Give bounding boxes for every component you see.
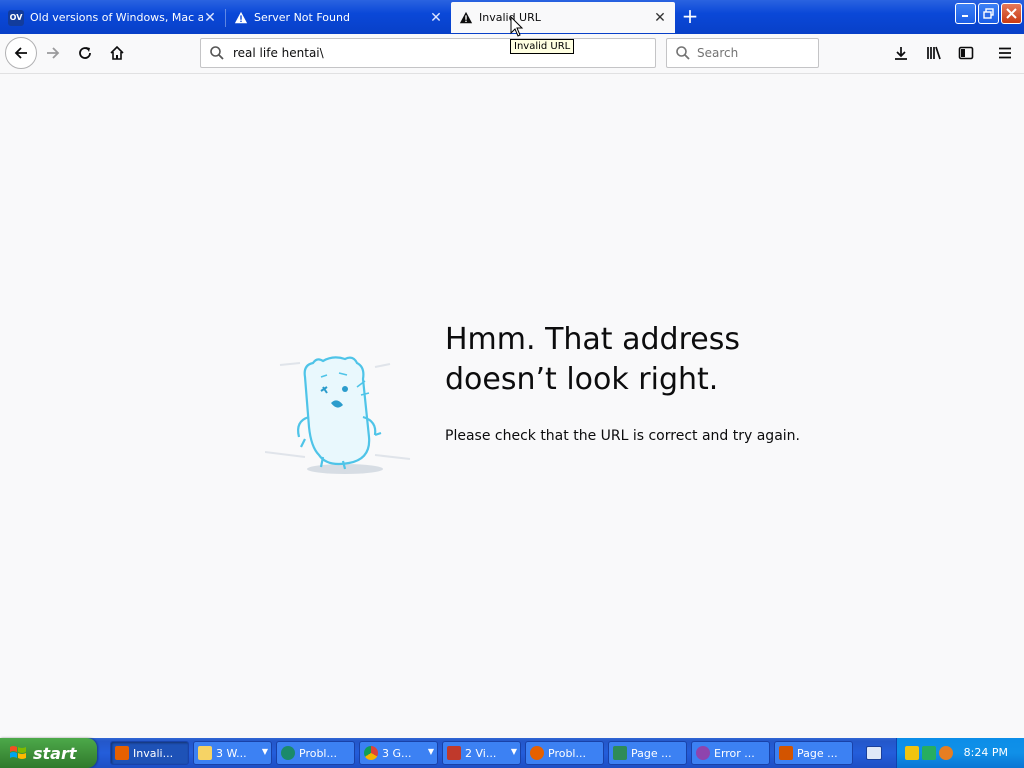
error-message: Please check that the URL is correct and…: [445, 428, 800, 444]
back-arrow-icon: [14, 47, 27, 59]
minimize-icon: [962, 15, 968, 17]
taskbar-item-label: Probl...: [299, 746, 337, 760]
home-icon: [110, 45, 124, 60]
close-tab-icon[interactable]: ✕: [429, 10, 443, 26]
warning-icon: [234, 11, 248, 23]
error-heading-line-2: doesn’t look right.: [445, 362, 719, 397]
tab-title: Old versions of Windows, Mac and: [30, 11, 203, 24]
chevron-down-icon: ▼: [261, 747, 268, 756]
back-button[interactable]: [5, 37, 37, 69]
forward-arrow-icon: [47, 47, 60, 59]
forward-button[interactable]: [38, 38, 68, 68]
reload-button[interactable]: [70, 38, 100, 68]
error-heading: Hmm. That address doesn’t look right.: [445, 320, 825, 400]
netscape-icon: [281, 746, 295, 760]
taskbar-item-label: 3 W...: [216, 746, 247, 760]
reload-icon: [79, 47, 91, 59]
search-icon: [676, 46, 690, 60]
page-content: Hmm. That address doesn’t look right. Pl…: [0, 75, 1024, 738]
grid-icon: [779, 746, 793, 760]
mouse-cursor-icon: [510, 16, 524, 37]
search-placeholder: Search: [697, 46, 739, 60]
taskbar-item-label: Page ...: [631, 746, 672, 760]
downloads-button[interactable]: [886, 38, 916, 68]
taskbar-item-windows-explorer[interactable]: 3 W... ▼: [193, 741, 272, 765]
ov-favicon-icon: OV: [8, 9, 24, 26]
url-text[interactable]: real life hentai\: [233, 46, 324, 60]
windows-flag-icon: [10, 746, 26, 759]
minimize-button[interactable]: [955, 3, 976, 24]
close-window-button[interactable]: [1001, 3, 1022, 24]
warning-icon: [459, 11, 473, 23]
taskbar: start Invali... 3 W... ▼ Probl... 3 G...…: [0, 738, 1024, 768]
search-icon: [210, 46, 224, 60]
taskbar-item-label: Page ...: [797, 746, 838, 760]
chrome-icon: [364, 746, 378, 760]
security-shield-icon[interactable]: [905, 746, 919, 760]
confused-mascot-illustration-icon: [265, 356, 411, 474]
taskbar-item-invalid-url[interactable]: Invali...: [110, 741, 189, 765]
tab-title: Server Not Found: [254, 11, 350, 24]
tab-invalid-url[interactable]: Invalid URL ✕: [451, 2, 675, 33]
taskbar-item-page[interactable]: Page ...: [774, 741, 853, 765]
taskbar-item-label: 3 G...: [382, 746, 412, 760]
clock: 8:24 PM: [963, 746, 1008, 759]
restore-icon: [983, 8, 994, 19]
sidebar-icon: [958, 46, 974, 60]
system-tray: 8:24 PM: [896, 738, 1024, 768]
tab-title: Invalid URL: [479, 11, 541, 24]
search-tray-icon[interactable]: [939, 746, 953, 760]
error-heading-line-1: Hmm. That address: [445, 322, 740, 357]
firefox-icon: [115, 746, 129, 760]
close-tab-icon[interactable]: ✕: [203, 10, 217, 26]
chevron-down-icon: ▼: [427, 747, 434, 756]
taskbar-item-netscape[interactable]: Probl...: [276, 741, 355, 765]
restore-button[interactable]: [978, 3, 999, 24]
keyboard-language-icon[interactable]: [866, 746, 882, 760]
folder-icon: [198, 746, 212, 760]
close-icon: [1006, 8, 1017, 19]
tab-server-not-found[interactable]: Server Not Found ✕: [226, 2, 451, 33]
taskbar-item-firefox-problem[interactable]: Probl...: [525, 741, 604, 765]
library-icon: [927, 46, 941, 60]
taskbar-item-seamonkey[interactable]: Page ...: [608, 741, 687, 765]
chevron-down-icon: ▼: [510, 747, 517, 756]
taskbar-item-label: 2 Vi...: [465, 746, 497, 760]
network-icon[interactable]: [922, 746, 936, 760]
search-bar[interactable]: Search: [666, 38, 819, 68]
library-button[interactable]: [919, 38, 949, 68]
taskbar-item-chrome[interactable]: 3 G... ▼: [359, 741, 438, 765]
seamonkey-icon: [613, 746, 627, 760]
start-button[interactable]: start: [0, 738, 97, 768]
start-label: start: [33, 743, 77, 763]
viewer-icon: [447, 746, 461, 760]
hamburger-menu-icon: [999, 47, 1011, 59]
taskbar-item-opera[interactable]: Error ...: [691, 741, 770, 765]
menu-button[interactable]: [990, 38, 1020, 68]
opera-icon: [696, 746, 710, 760]
taskbar-item-label: Invali...: [133, 746, 174, 760]
home-button[interactable]: [102, 38, 132, 68]
url-bar[interactable]: real life hentai\: [200, 38, 656, 68]
close-tab-icon[interactable]: ✕: [653, 10, 667, 26]
tab-tooltip: Invalid URL: [510, 39, 575, 54]
taskbar-item-viewer[interactable]: 2 Vi... ▼: [442, 741, 521, 765]
tab-old-versions[interactable]: OV Old versions of Windows, Mac and ✕: [0, 2, 226, 33]
firefox-icon: [530, 746, 544, 760]
taskbar-item-label: Error ...: [714, 746, 755, 760]
download-icon: [895, 47, 907, 60]
taskbar-item-label: Probl...: [548, 746, 586, 760]
new-tab-button[interactable]: +: [679, 6, 701, 28]
sidebar-button[interactable]: [951, 38, 981, 68]
